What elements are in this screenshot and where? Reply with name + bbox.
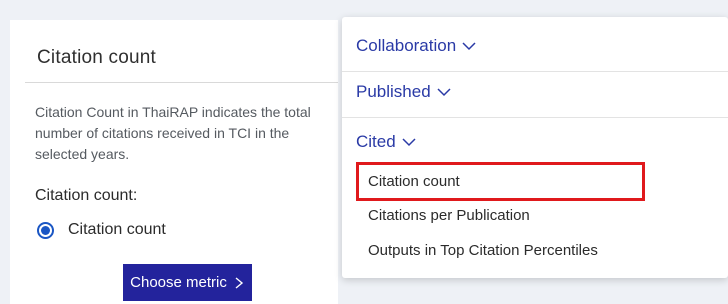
choose-metric-label: Choose metric — [130, 274, 227, 291]
radio-label: Citation count — [68, 221, 166, 238]
chevron-down-icon — [462, 42, 476, 51]
choose-metric-button[interactable]: Choose metric — [123, 264, 252, 301]
chevron-right-icon — [235, 276, 243, 289]
section-collaboration[interactable]: Collaboration — [356, 34, 476, 58]
section-published[interactable]: Published — [356, 80, 451, 104]
chevron-down-icon — [437, 88, 451, 97]
metric-dropdown: Collaboration Published Cited Citation c… — [342, 17, 728, 278]
section-published-label: Published — [356, 82, 431, 101]
highlight-box — [356, 162, 645, 201]
section-cited[interactable]: Cited — [356, 130, 416, 154]
section-divider — [342, 117, 728, 118]
panel-title: Citation count — [37, 47, 156, 68]
metric-info-panel: Citation count Citation Count in ThaiRAP… — [10, 20, 338, 304]
radio-citation-count[interactable]: Citation count — [37, 219, 166, 241]
menu-item-citations-per-publication[interactable]: Citations per Publication — [368, 207, 530, 224]
chevron-down-icon — [402, 138, 416, 147]
radio-selected-icon[interactable] — [37, 221, 54, 239]
title-divider — [25, 82, 338, 83]
metric-label: Citation count: — [35, 187, 138, 204]
section-divider — [342, 71, 728, 72]
menu-item-top-citation-percentiles[interactable]: Outputs in Top Citation Percentiles — [368, 242, 598, 259]
metric-description: Citation Count in ThaiRAP indicates the … — [35, 104, 311, 162]
section-collaboration-label: Collaboration — [356, 36, 457, 55]
section-cited-label: Cited — [356, 132, 396, 151]
